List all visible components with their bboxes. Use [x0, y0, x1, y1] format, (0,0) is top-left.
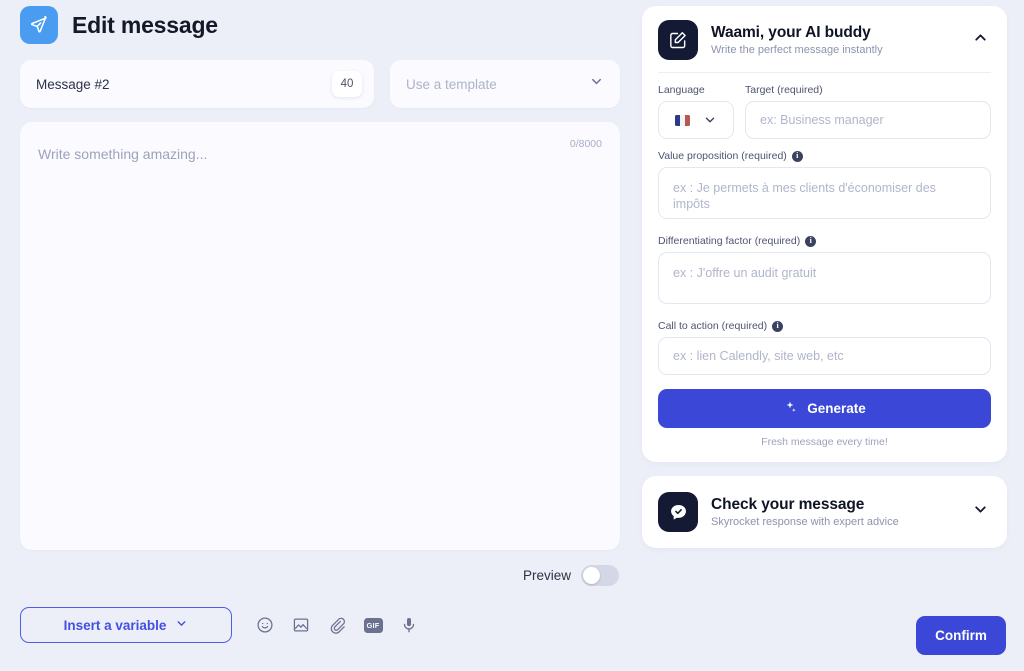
preview-label: Preview [522, 567, 571, 583]
gif-label: GIF [363, 617, 383, 633]
info-icon[interactable]: i [772, 320, 784, 332]
chevron-down-icon[interactable] [972, 501, 991, 523]
message-meta-row: Message #2 40 Use a template [20, 60, 620, 108]
call-to-action-label-text: Call to action (required) [658, 320, 768, 332]
target-block: Target (required) [745, 84, 991, 139]
message-editor[interactable]: 0/8000 Write something amazing... [20, 122, 620, 550]
check-message-titles: Check your message Skyrocket response wi… [711, 496, 959, 528]
message-name-label: Message #2 [36, 76, 110, 92]
template-placeholder-label: Use a template [406, 76, 497, 92]
message-count-badge: 40 [332, 71, 362, 97]
insert-variable-button[interactable]: Insert a variable [20, 607, 232, 643]
check-message-panel: Check your message Skyrocket response wi… [642, 476, 1007, 548]
ai-assistant-panel: Waami, your AI buddy Write the perfect m… [642, 6, 1007, 462]
gif-icon[interactable]: GIF [362, 614, 384, 636]
ai-panel-title: Waami, your AI buddy [711, 24, 871, 41]
value-proposition-group: Value proposition (required) i [658, 150, 991, 224]
panel-divider [658, 72, 991, 73]
editor-toolbar: Insert a variable GIF [20, 607, 620, 643]
info-icon[interactable]: i [805, 235, 817, 247]
target-input[interactable] [745, 101, 991, 139]
generate-note: Fresh message every time! [761, 436, 888, 448]
differentiating-factor-input[interactable] [658, 252, 991, 304]
assistant-column: Waami, your AI buddy Write the perfect m… [640, 0, 1024, 671]
message-editor-column: Edit message Message #2 40 Use a templat… [0, 0, 640, 671]
attachment-icon-strip: GIF [254, 614, 420, 636]
editor-placeholder: Write something amazing... [38, 146, 208, 162]
value-proposition-label: Value proposition (required) i [658, 150, 991, 162]
ai-panel-body: Language Target (required) Value proposi… [642, 84, 1007, 462]
template-select[interactable]: Use a template [390, 60, 620, 108]
attachment-icon[interactable] [326, 614, 348, 636]
ai-panel-titles: Waami, your AI buddy Write the perfect m… [711, 24, 959, 56]
info-icon[interactable]: i [791, 150, 803, 162]
preview-toggle[interactable] [581, 564, 619, 586]
call-to-action-input[interactable] [658, 337, 991, 375]
send-plane-icon [20, 6, 58, 44]
target-label: Target (required) [745, 84, 823, 96]
ai-panel-subtitle: Write the perfect message instantly [711, 44, 883, 56]
preview-toggle-knob [583, 566, 600, 584]
preview-toggle-row: Preview [20, 562, 620, 588]
language-block: Language [658, 84, 734, 139]
language-select[interactable] [658, 101, 734, 139]
edit-square-icon [658, 20, 698, 60]
sparkle-icon [783, 400, 797, 417]
language-target-row: Language Target (required) [658, 84, 991, 139]
ai-panel-header[interactable]: Waami, your AI buddy Write the perfect m… [642, 6, 1007, 72]
page-header: Edit message [20, 0, 620, 46]
chat-check-icon [658, 492, 698, 532]
character-counter: 0/8000 [569, 138, 602, 150]
check-message-title: Check your message [711, 496, 865, 513]
check-message-header[interactable]: Check your message Skyrocket response wi… [642, 476, 1007, 548]
differentiating-factor-label: Differentiating factor (required) i [658, 235, 991, 247]
call-to-action-group: Call to action (required) i [658, 320, 991, 375]
generate-button[interactable]: Generate [658, 389, 991, 428]
check-message-subtitle: Skyrocket response with expert advice [711, 516, 899, 528]
confirm-button[interactable]: Confirm [916, 616, 1006, 655]
insert-variable-label: Insert a variable [63, 617, 167, 633]
chevron-down-icon [589, 74, 604, 94]
page-title: Edit message [72, 11, 218, 38]
differentiating-factor-group: Differentiating factor (required) i [658, 235, 991, 309]
microphone-icon[interactable] [398, 614, 420, 636]
value-proposition-label-text: Value proposition (required) [658, 150, 787, 162]
value-proposition-input[interactable] [658, 167, 991, 219]
edit-message-screen: Edit message Message #2 40 Use a templat… [0, 0, 1024, 671]
language-label: Language [658, 84, 705, 96]
differentiating-factor-label-text: Differentiating factor (required) [658, 235, 801, 247]
chevron-up-icon[interactable] [972, 29, 991, 51]
chevron-down-icon [175, 617, 188, 633]
chevron-down-icon [705, 117, 715, 123]
image-icon[interactable] [290, 614, 312, 636]
emoji-icon[interactable] [254, 614, 276, 636]
france-flag-icon [675, 114, 690, 126]
generate-button-label: Generate [807, 401, 866, 416]
call-to-action-label: Call to action (required) i [658, 320, 991, 332]
message-name-card[interactable]: Message #2 40 [20, 60, 374, 108]
